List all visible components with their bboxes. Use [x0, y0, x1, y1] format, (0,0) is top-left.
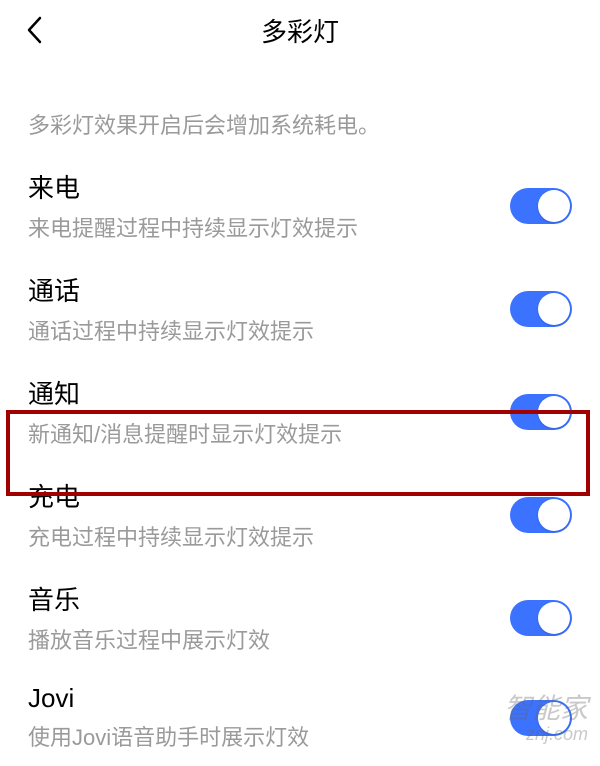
setting-subtitle-call: 通话过程中持续显示灯效提示: [28, 314, 510, 346]
settings-list: 来电 来电提醒过程中持续显示灯效提示 通话 通话过程中持续显示灯效提示 通知 新…: [0, 154, 600, 766]
setting-title-incoming: 来电: [28, 168, 510, 205]
setting-title-call: 通话: [28, 271, 510, 308]
watermark-top: 智能家: [504, 694, 588, 725]
setting-subtitle-notification: 新通知/消息提醒时显示灯效提示: [28, 417, 510, 449]
page-description: 多彩灯效果开启后会增加系统耗电。: [0, 60, 600, 154]
setting-text: 充电 充电过程中持续显示灯效提示: [28, 477, 510, 552]
back-icon[interactable]: [26, 15, 44, 45]
toggle-music[interactable]: [510, 600, 572, 636]
setting-text: 音乐 播放音乐过程中展示灯效: [28, 580, 510, 655]
setting-title-jovi: Jovi: [28, 683, 510, 714]
setting-text: 通话 通话过程中持续显示灯效提示: [28, 271, 510, 346]
header: 多彩灯: [0, 0, 600, 60]
setting-title-charging: 充电: [28, 477, 510, 514]
setting-title-notification: 通知: [28, 374, 510, 411]
setting-subtitle-charging: 充电过程中持续显示灯效提示: [28, 520, 510, 552]
watermark-bottom: znj.com: [504, 725, 588, 745]
setting-item-call: 通话 通话过程中持续显示灯效提示: [0, 257, 600, 360]
toggle-call[interactable]: [510, 291, 572, 327]
setting-item-incoming: 来电 来电提醒过程中持续显示灯效提示: [0, 154, 600, 257]
setting-item-charging: 充电 充电过程中持续显示灯效提示: [0, 463, 600, 566]
toggle-charging[interactable]: [510, 497, 572, 533]
toggle-incoming[interactable]: [510, 188, 572, 224]
setting-item-music: 音乐 播放音乐过程中展示灯效: [0, 566, 600, 669]
setting-subtitle-music: 播放音乐过程中展示灯效: [28, 623, 510, 655]
setting-item-notification: 通知 新通知/消息提醒时显示灯效提示: [0, 360, 600, 463]
setting-title-music: 音乐: [28, 580, 510, 617]
setting-text: Jovi 使用Jovi语音助手时展示灯效: [28, 683, 510, 752]
toggle-notification[interactable]: [510, 394, 572, 430]
setting-subtitle-jovi: 使用Jovi语音助手时展示灯效: [28, 720, 510, 752]
watermark: 智能家 znj.com: [504, 694, 588, 745]
setting-subtitle-incoming: 来电提醒过程中持续显示灯效提示: [28, 211, 510, 243]
setting-text: 通知 新通知/消息提醒时显示灯效提示: [28, 374, 510, 449]
setting-text: 来电 来电提醒过程中持续显示灯效提示: [28, 168, 510, 243]
page-title: 多彩灯: [261, 12, 339, 49]
